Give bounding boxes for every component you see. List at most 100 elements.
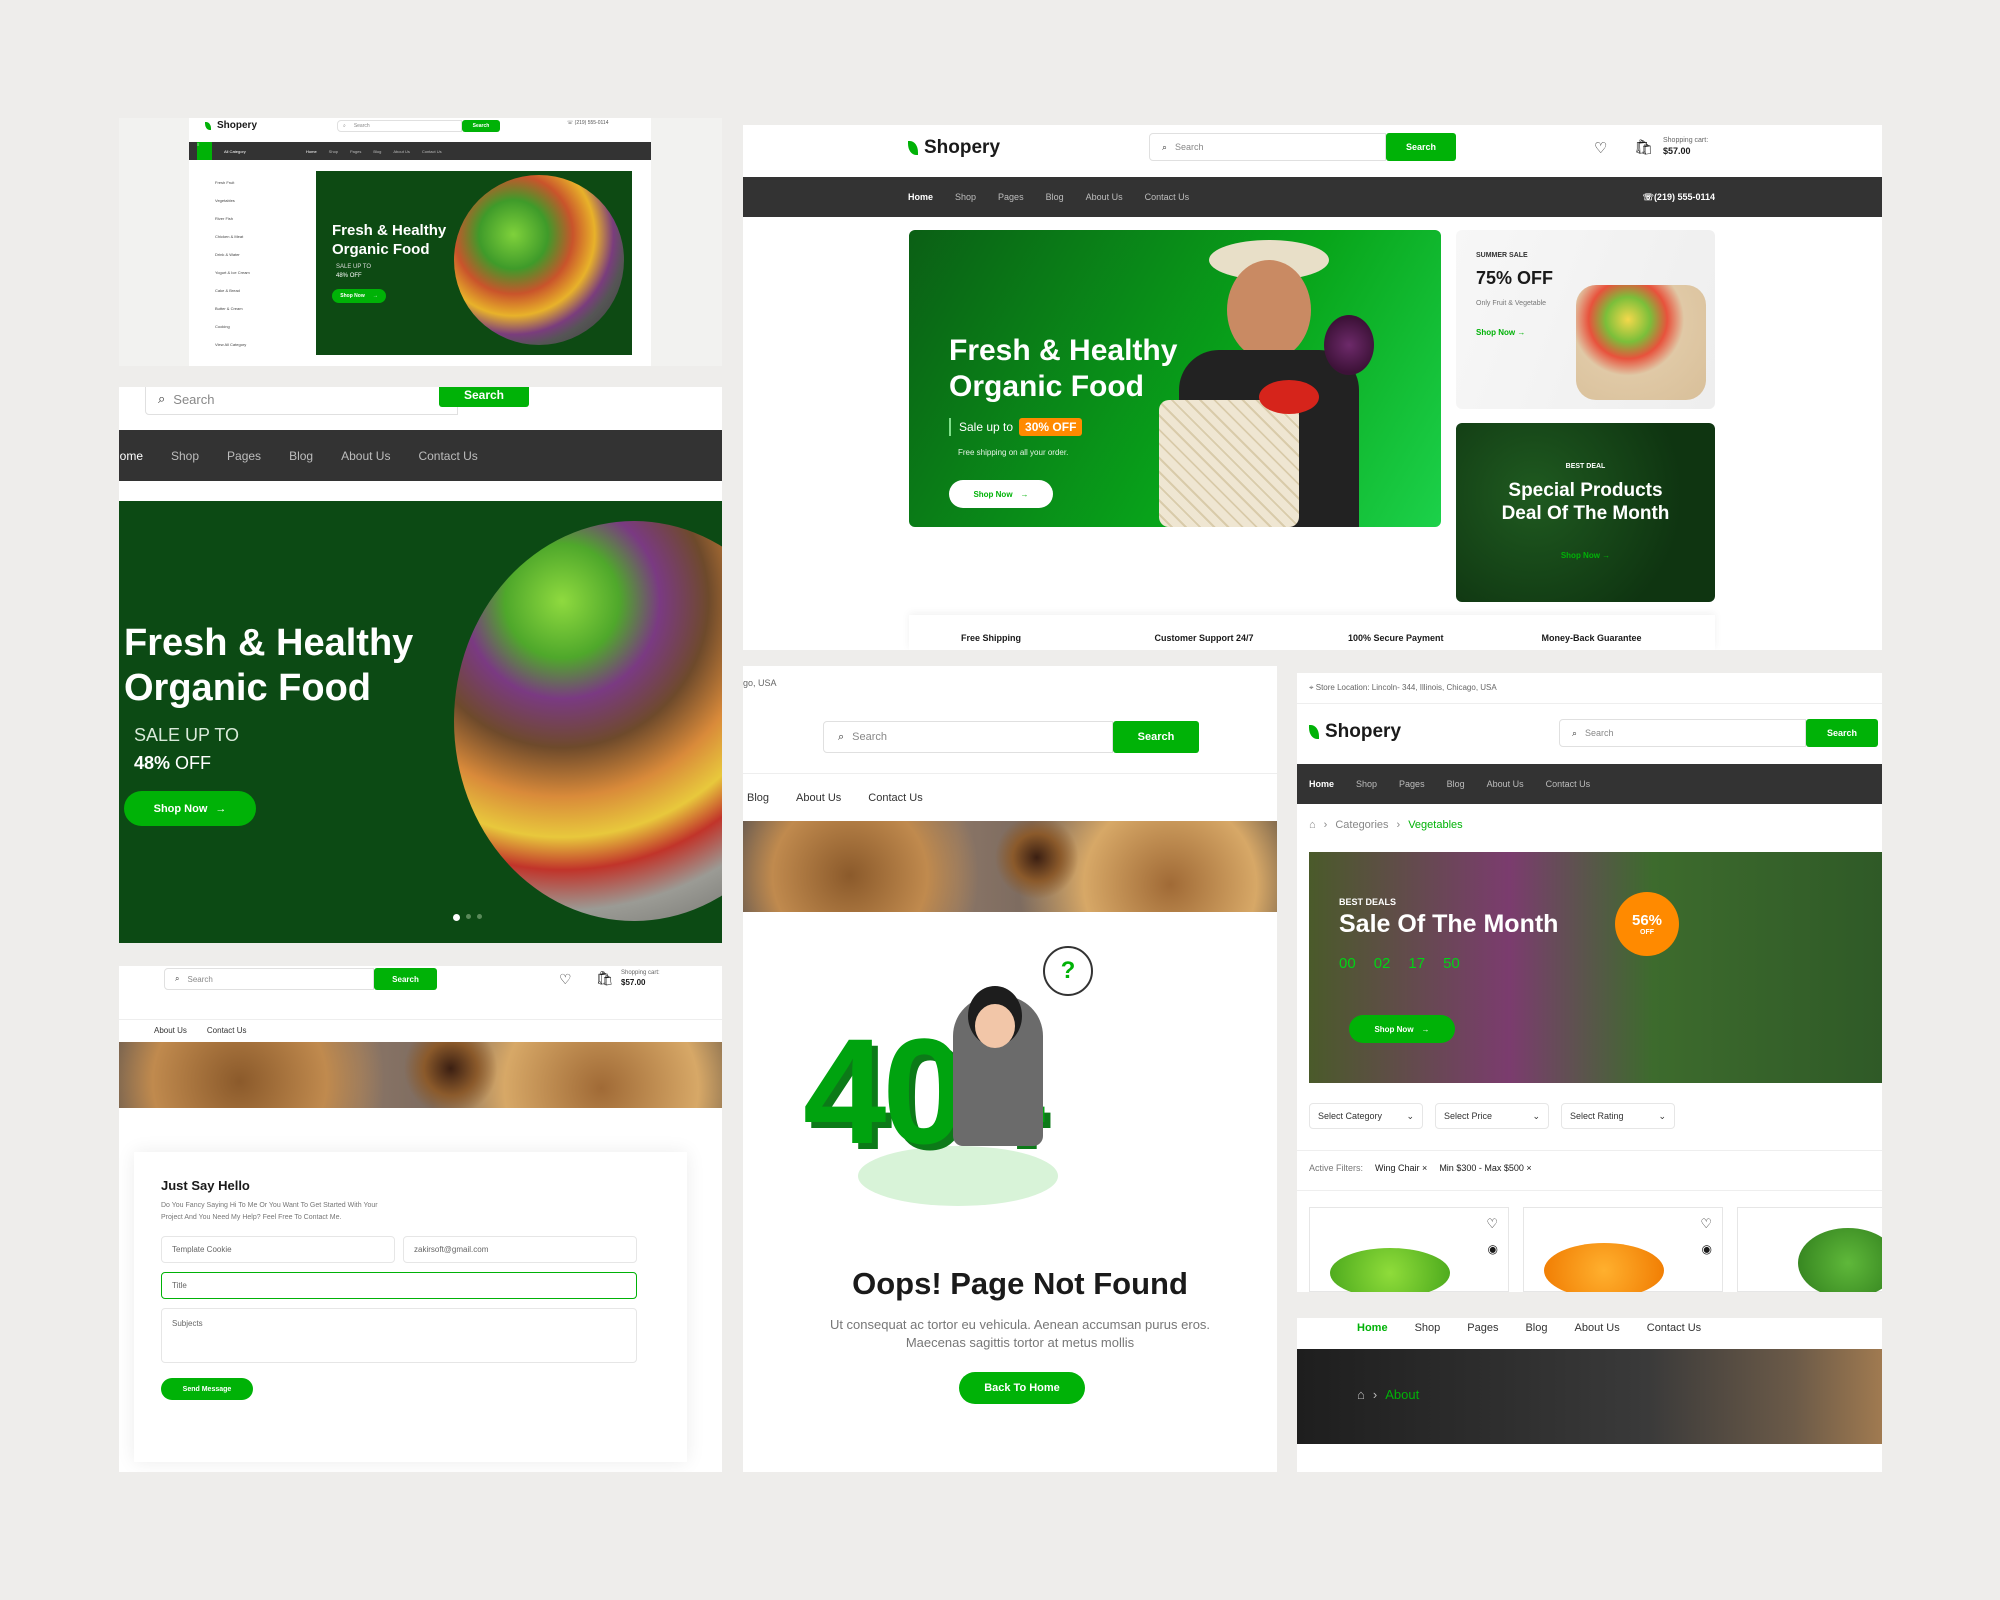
close-icon[interactable]: × xyxy=(1526,1163,1531,1173)
email-field[interactable]: zakirsoft@gmail.com xyxy=(403,1236,637,1263)
subject-textarea[interactable]: Subjects xyxy=(161,1308,637,1363)
nav-contact[interactable]: Contact Us xyxy=(1546,779,1591,789)
nav-shop[interactable]: Shop xyxy=(171,449,199,463)
nav-contact[interactable]: Contact Us xyxy=(422,149,442,154)
nav-contact[interactable]: Contact Us xyxy=(868,792,922,804)
sidebar-item[interactable]: Butter & Cream xyxy=(215,300,293,318)
sidebar-item[interactable]: Yogurt & Ice Cream xyxy=(215,264,293,282)
search-button[interactable]: Search xyxy=(439,387,529,407)
nav-pages[interactable]: Pages xyxy=(350,149,361,154)
sidebar-item[interactable]: Cooking xyxy=(215,318,293,336)
nav-pages[interactable]: Pages xyxy=(1399,779,1425,789)
nav-about[interactable]: About Us xyxy=(1086,192,1123,202)
title-field[interactable]: Title xyxy=(161,1272,637,1299)
dot[interactable] xyxy=(466,914,471,919)
nav-pages[interactable]: Pages xyxy=(227,449,261,463)
rating-select[interactable]: Select Rating ⌄ xyxy=(1561,1103,1675,1129)
search-input[interactable]: ⌕ Search xyxy=(164,968,374,990)
shop-now-button[interactable]: Shop Now → xyxy=(949,480,1053,508)
home-icon[interactable]: ⌂ xyxy=(1357,1387,1365,1402)
nav-pages[interactable]: Pages xyxy=(998,192,1024,202)
logo[interactable]: Shopery xyxy=(908,137,1000,159)
search-input[interactable]: ⌕ Search xyxy=(1559,719,1806,747)
heart-icon[interactable]: ♡ xyxy=(1594,139,1607,157)
nav-contact[interactable]: Contact Us xyxy=(207,1026,247,1035)
cart-icon[interactable]: 🛍 xyxy=(1634,138,1653,156)
name-field[interactable]: Template Cookie xyxy=(161,1236,395,1263)
menu-icon[interactable]: ≡ xyxy=(197,142,212,160)
nav-home[interactable]: Home xyxy=(119,449,143,463)
nav-about[interactable]: About Us xyxy=(341,449,390,463)
summer-shop-link[interactable]: Shop Now → xyxy=(1476,328,1525,337)
logo[interactable]: Shopery xyxy=(205,120,257,131)
nav-blog[interactable]: Blog xyxy=(1046,192,1064,202)
nav-shop[interactable]: Shop xyxy=(329,149,338,154)
nav-about[interactable]: About Us xyxy=(1487,779,1524,789)
price-select[interactable]: Select Price ⌄ xyxy=(1435,1103,1549,1129)
search-button[interactable]: Search xyxy=(1386,133,1456,161)
breadcrumb-categories[interactable]: Categories xyxy=(1335,819,1388,831)
back-home-button[interactable]: Back To Home xyxy=(959,1372,1085,1404)
category-select[interactable]: Select Category ⌄ xyxy=(1309,1103,1423,1129)
sidebar-item[interactable]: Drink & Water xyxy=(215,246,293,264)
search-button[interactable]: Search xyxy=(462,120,500,132)
nav-pages[interactable]: Pages xyxy=(1467,1322,1498,1334)
dot-active[interactable] xyxy=(453,914,460,921)
filter-chip[interactable]: Min $300 - Max $500 × xyxy=(1439,1163,1531,1173)
nav-shop[interactable]: Shop xyxy=(1356,779,1377,789)
heart-icon[interactable]: ♡ xyxy=(1700,1216,1712,1232)
nav-shop[interactable]: Shop xyxy=(1415,1322,1441,1334)
nav-home[interactable]: Home xyxy=(1357,1322,1388,1334)
product-card[interactable] xyxy=(1737,1207,1882,1292)
search-input[interactable]: ⌕ Search xyxy=(145,387,458,415)
nav-about[interactable]: About Us xyxy=(1575,1322,1620,1334)
send-message-button[interactable]: Send Message xyxy=(161,1378,253,1400)
nav-contact[interactable]: Contact Us xyxy=(1647,1322,1701,1334)
eye-icon[interactable]: ◉ xyxy=(1488,1242,1498,1256)
nav-contact[interactable]: Contact Us xyxy=(418,449,477,463)
nav-shop[interactable]: Shop xyxy=(955,192,976,202)
shop-now-button[interactable]: Shop Now → xyxy=(332,289,386,303)
sidebar-item[interactable]: Cake & Bread xyxy=(215,282,293,300)
nav-blog[interactable]: Blog xyxy=(1525,1322,1547,1334)
product-card[interactable]: ♡ ◉ xyxy=(1523,1207,1723,1292)
nav-blog[interactable]: Blog xyxy=(289,449,313,463)
sidebar-item[interactable]: River Fish xyxy=(215,210,293,228)
nav-home[interactable]: Home xyxy=(1309,779,1334,789)
search-button[interactable]: Search xyxy=(1113,721,1199,753)
home-icon[interactable]: ⌂ xyxy=(1309,819,1316,831)
search-input[interactable]: ⌕ Search xyxy=(823,721,1113,753)
deal-shop-link[interactable]: Shop Now → xyxy=(1456,551,1715,560)
filter-chip[interactable]: Wing Chair × xyxy=(1375,1163,1427,1173)
search-input[interactable]: ⌕ Search xyxy=(337,120,462,132)
carousel-dots[interactable] xyxy=(453,914,482,921)
search-button[interactable]: Search xyxy=(1806,719,1878,747)
nav-about[interactable]: About Us xyxy=(154,1026,187,1035)
dot[interactable] xyxy=(477,914,482,919)
phone-icon: ☏ xyxy=(567,120,575,126)
heart-icon[interactable]: ♡ xyxy=(1486,1216,1498,1232)
close-icon[interactable]: × xyxy=(1422,1163,1427,1173)
nav-home[interactable]: Home xyxy=(908,192,933,202)
search-button[interactable]: Search xyxy=(374,968,437,990)
sidebar-item[interactable]: Fresh Fruit xyxy=(215,174,293,192)
nav-contact[interactable]: Contact Us xyxy=(1145,192,1190,202)
nav-blog[interactable]: Blog xyxy=(747,792,769,804)
eye-icon[interactable]: ◉ xyxy=(1702,1242,1712,1256)
all-category-dropdown[interactable]: All Category xyxy=(224,149,294,154)
cart-icon[interactable]: 🛍 xyxy=(596,970,614,987)
nav-home[interactable]: Home xyxy=(306,149,317,154)
nav-blog[interactable]: Blog xyxy=(373,149,381,154)
sidebar-item[interactable]: Chicken & Meat xyxy=(215,228,293,246)
sidebar-item[interactable]: View All Category xyxy=(215,336,293,354)
nav-blog[interactable]: Blog xyxy=(1447,779,1465,789)
shop-now-button[interactable]: Shop Now → xyxy=(124,791,256,826)
product-card[interactable]: ♡ ◉ xyxy=(1309,1207,1509,1292)
logo[interactable]: Shopery xyxy=(1309,721,1401,743)
sidebar-item[interactable]: Vegetables xyxy=(215,192,293,210)
nav-about[interactable]: About Us xyxy=(796,792,841,804)
shop-now-button[interactable]: Shop Now → xyxy=(1349,1015,1455,1043)
search-input[interactable]: ⌕ Search xyxy=(1149,133,1386,161)
heart-icon[interactable]: ♡ xyxy=(559,971,572,988)
nav-about[interactable]: About Us xyxy=(393,149,409,154)
